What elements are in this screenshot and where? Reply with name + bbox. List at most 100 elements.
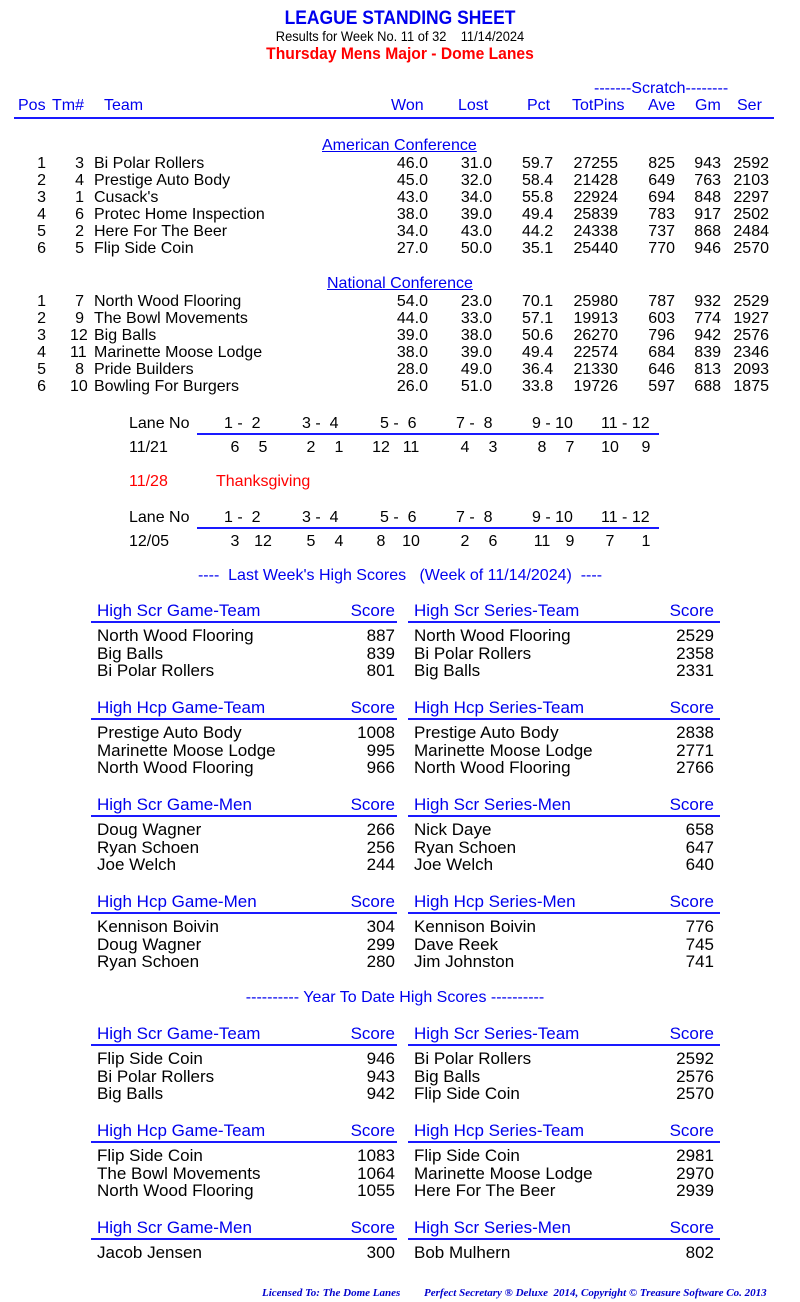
- high-score-entry: The Bowl Movements 1064: [91, 1164, 397, 1183]
- cell-totpins: 21428: [573, 172, 619, 189]
- high-score-entry: Prestige Auto Body 2838: [408, 723, 720, 742]
- cell-lost: 38.0: [460, 327, 492, 344]
- cell-ser: 2502: [733, 206, 769, 223]
- cell-gm: 868: [694, 223, 721, 240]
- high-score-entry: Bi Polar Rollers 943: [91, 1067, 397, 1086]
- cell-ser: 2093: [733, 361, 769, 378]
- high-score-entry: Flip Side Coin 946: [91, 1049, 397, 1068]
- cell-pct: 33.8: [522, 378, 554, 395]
- cell-tm: 2: [75, 223, 84, 240]
- cell-totpins: 26270: [573, 327, 619, 344]
- score-column-label: Score: [350, 1024, 395, 1043]
- category-title: High Scr Series-Men: [414, 1218, 571, 1237]
- lane-pair-label: 5 - 6: [380, 509, 417, 526]
- cell-lost: 32.0: [460, 172, 492, 189]
- team-number: 8: [376, 533, 386, 550]
- bowler-name: Bob Mulhern: [414, 1243, 511, 1262]
- cell-team: North Wood Flooring: [94, 293, 242, 310]
- standings-row: 4 6 Protec Home Inspection 38.0 39.0 49.4 2583…: [0, 206, 800, 223]
- high-score-header: High Hcp Game-Men Score: [91, 892, 397, 914]
- high-score-box: High Scr Series-Team Score North Wood Floo…: [408, 601, 720, 680]
- col-ave: Ave: [648, 97, 676, 114]
- high-score-box: High Scr Series-Men Score Nick Daye 658 Ryan…: [408, 795, 720, 874]
- high-score-header: High Scr Game-Team Score: [91, 601, 397, 623]
- score-value: 300: [366, 1243, 395, 1262]
- standings-row: 2 9 The Bowl Movements 44.0 33.0 57.1 19913 603…: [0, 310, 800, 327]
- cell-totpins: 22924: [573, 189, 619, 206]
- cell-pos: 1: [37, 293, 46, 310]
- team-number: 12: [372, 439, 390, 456]
- team-number: 7: [605, 533, 615, 550]
- conference-heading[interactable]: American Conference: [322, 137, 477, 155]
- high-score-entry: Marinette Moose Lodge 995: [91, 741, 397, 760]
- cell-lost: 33.0: [460, 310, 492, 327]
- cell-pct: 50.6: [522, 327, 554, 344]
- score-column-label: Score: [350, 1121, 395, 1140]
- cell-pos: 5: [37, 223, 46, 240]
- scratch-label: -------Scratch--------: [594, 80, 729, 97]
- team-number: 10: [402, 533, 420, 550]
- cell-lost: 49.0: [460, 361, 492, 378]
- team-number: 10: [601, 439, 619, 456]
- category-title: High Hcp Series-Team: [414, 698, 585, 717]
- high-score-entry: Jacob Jensen 300: [91, 1243, 397, 1262]
- high-score-box: High Hcp Series-Men Score Kennison Boivin 7…: [408, 892, 720, 971]
- high-score-entry: Kennison Boivin 776: [408, 917, 720, 936]
- category-title: High Scr Series-Team: [414, 1024, 580, 1043]
- cell-team: Pride Builders: [94, 361, 194, 378]
- high-score-entry: Marinette Moose Lodge 2970: [408, 1164, 720, 1183]
- high-score-entry: North Wood Flooring 887: [91, 626, 397, 645]
- cell-team: Protec Home Inspection: [94, 206, 265, 223]
- cell-tm: 12: [70, 327, 88, 344]
- high-score-entry: Flip Side Coin 2981: [408, 1146, 720, 1165]
- cell-pos: 4: [37, 344, 46, 361]
- lane-pair-label: 7 - 8: [456, 415, 493, 432]
- cell-ser: 2484: [733, 223, 769, 240]
- team-number: 9: [565, 533, 575, 550]
- ytd-title: ---------- Year To Date High Scores ----…: [245, 989, 545, 1006]
- category-title: High Hcp Series-Team: [414, 1121, 585, 1140]
- cell-lost: 43.0: [460, 223, 492, 240]
- cell-won: 28.0: [396, 361, 428, 378]
- cell-pct: 36.4: [522, 361, 554, 378]
- cell-gm: 848: [694, 189, 721, 206]
- high-score-box: High Scr Game-Men Score Jacob Jensen 300: [91, 1218, 397, 1262]
- cell-totpins: 22574: [573, 344, 619, 361]
- cell-pos: 6: [37, 240, 46, 257]
- score-column-label: Score: [669, 1218, 714, 1237]
- conference-heading[interactable]: National Conference: [327, 275, 473, 293]
- cell-won: 39.0: [396, 327, 428, 344]
- high-score-box: High Scr Game-Team Score Flip Side Coin 946…: [91, 1024, 397, 1103]
- col-pos: Pos: [18, 97, 46, 114]
- cell-lost: 31.0: [460, 155, 492, 172]
- bowler-name: Ryan Schoen: [97, 952, 200, 971]
- cell-ser: 2592: [733, 155, 769, 172]
- standings-row: 1 7 North Wood Flooring 54.0 23.0 70.1 25980 78…: [0, 293, 800, 310]
- cell-team: The Bowl Movements: [94, 310, 248, 327]
- high-score-box: High Hcp Game-Men Score Kennison Boivin 304…: [91, 892, 397, 971]
- category-title: High Scr Game-Men: [97, 1218, 252, 1237]
- cell-pct: 57.1: [522, 310, 554, 327]
- team-number: 4: [460, 439, 470, 456]
- cell-ave: 603: [648, 310, 675, 327]
- cell-pos: 3: [37, 189, 46, 206]
- cell-tm: 3: [75, 155, 84, 172]
- cell-ser: 2529: [733, 293, 769, 310]
- cell-pct: 58.4: [522, 172, 554, 189]
- high-score-entry: Kennison Boivin 304: [91, 917, 397, 936]
- high-score-box: High Scr Series-Men Score Bob Mulhern 802: [408, 1218, 720, 1262]
- lane-no-label: Lane No: [129, 415, 190, 432]
- cell-won: 54.0: [396, 293, 428, 310]
- bowler-name: Bi Polar Rollers: [97, 661, 215, 680]
- high-score-header: High Scr Game-Men Score: [91, 795, 397, 817]
- high-score-entry: Joe Welch 640: [408, 855, 720, 874]
- team-number: 3: [488, 439, 498, 456]
- cell-won: 26.0: [396, 378, 428, 395]
- category-title: High Hcp Game-Team: [97, 698, 266, 717]
- high-score-entry: Big Balls 839: [91, 644, 397, 663]
- standings-row: 1 3 Bi Polar Rollers 46.0 31.0 59.7 27255 825 94…: [0, 155, 800, 172]
- score-value: 942: [366, 1084, 395, 1103]
- bowler-name: Here For The Beer: [414, 1181, 556, 1200]
- high-score-header: High Scr Game-Team Score: [91, 1024, 397, 1046]
- high-score-header: High Hcp Series-Team Score: [408, 698, 720, 720]
